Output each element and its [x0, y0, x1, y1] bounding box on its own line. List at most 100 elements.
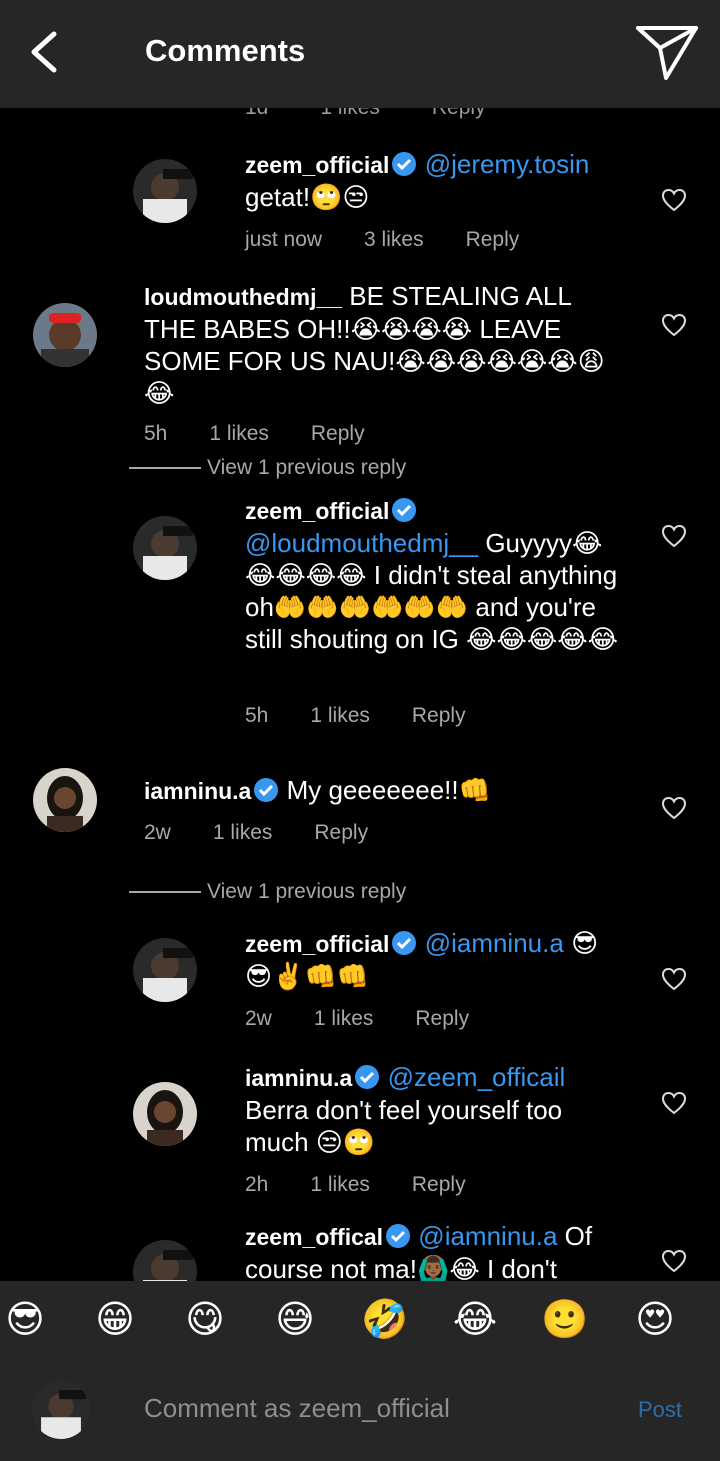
- comment-time: 2w: [245, 1007, 272, 1030]
- heart-icon[interactable]: [661, 967, 687, 991]
- comment-body: zeem_offical @iamninu.a Of course not ma…: [245, 1220, 630, 1281]
- emoji-button[interactable]: 😋: [180, 1295, 230, 1345]
- comment-reply: zeem_official @loudmouthedmj__ Guyyyy😂😂😂…: [0, 494, 720, 734]
- username[interactable]: iamninu.a: [144, 778, 251, 804]
- comment-meta: 5h 1 likes Reply: [144, 422, 407, 446]
- faded-likes[interactable]: 1 likes: [320, 108, 380, 120]
- comment-meta: 2h 1 likes Reply: [245, 1173, 508, 1197]
- likes-count[interactable]: 1 likes: [213, 821, 273, 845]
- comment-reply: zeem_official @jeremy.tosin getat!🙄😒 jus…: [0, 148, 720, 258]
- top-bar: Comments: [0, 0, 720, 108]
- emoji-button[interactable]: 🙂: [540, 1295, 590, 1345]
- avatar[interactable]: [33, 768, 97, 832]
- comment-time: 2w: [144, 821, 171, 844]
- view-previous-replies[interactable]: View 1 previous reply: [129, 880, 406, 904]
- comment-text: Berra don't feel yourself too much 😒🙄: [245, 1095, 563, 1157]
- reply-button[interactable]: Reply: [466, 228, 520, 252]
- divider-line: [129, 891, 201, 893]
- view-previous-label[interactable]: View 1 previous reply: [207, 456, 406, 480]
- comment-time: just now: [245, 228, 323, 251]
- reply-button[interactable]: Reply: [412, 1173, 466, 1197]
- view-previous-label[interactable]: View 1 previous reply: [207, 880, 406, 904]
- comment-body: loudmouthedmj__ BE STEALING ALL THE BABE…: [144, 280, 614, 409]
- comment-meta: 5h 1 likes Reply: [245, 704, 508, 728]
- emoji-button[interactable]: 😁: [90, 1295, 140, 1345]
- comment-body: zeem_official @iamninu.a 😎 😎✌️👊👊: [245, 927, 630, 992]
- page-title: Comments: [145, 33, 306, 68]
- comment-meta: 2w 1 likes Reply: [144, 821, 410, 845]
- mention-link[interactable]: @jeremy.tosin: [425, 149, 590, 179]
- mention-link[interactable]: @loudmouthedmj__: [245, 528, 478, 558]
- reply-button[interactable]: Reply: [412, 704, 466, 728]
- avatar[interactable]: [133, 159, 197, 223]
- heart-icon[interactable]: [661, 313, 687, 337]
- verified-badge-icon: [254, 778, 279, 802]
- emoji-quick-bar: 😎 😁 😋 😅 🤣 😂 🙂 😍: [0, 1281, 720, 1361]
- emoji-button[interactable]: 🤣: [360, 1295, 410, 1345]
- mention-link[interactable]: @iamninu.a: [425, 928, 564, 958]
- heart-icon[interactable]: [661, 524, 687, 548]
- reply-button[interactable]: Reply: [314, 821, 368, 845]
- likes-count[interactable]: 1 likes: [209, 422, 269, 446]
- emoji-button[interactable]: 😂: [450, 1295, 500, 1345]
- faded-reply[interactable]: Reply: [432, 108, 486, 120]
- comment-reply: iamninu.a @zeem_officail Berra don't fee…: [0, 1061, 720, 1201]
- back-arrow-icon: [31, 31, 57, 73]
- back-button[interactable]: [26, 30, 66, 74]
- comment-body: zeem_official @jeremy.tosin getat!🙄😒: [245, 148, 645, 213]
- send-button[interactable]: [634, 24, 700, 82]
- comment-text: getat!🙄😒: [245, 182, 370, 212]
- comment-time: 2h: [245, 1173, 269, 1196]
- heart-icon[interactable]: [661, 188, 687, 212]
- avatar[interactable]: [133, 1240, 197, 1281]
- likes-count[interactable]: 1 likes: [314, 1007, 374, 1031]
- comment-top-level: loudmouthedmj__ BE STEALING ALL THE BABE…: [0, 280, 720, 460]
- comment-top-level: iamninu.a My geeeeeee!!👊 2w 1 likes Repl…: [0, 768, 720, 864]
- username[interactable]: zeem_official: [245, 152, 389, 178]
- my-avatar: [32, 1381, 90, 1439]
- username[interactable]: zeem_official: [245, 931, 389, 957]
- paper-plane-icon: [636, 26, 698, 80]
- likes-count[interactable]: 1 likes: [310, 1173, 370, 1197]
- emoji-button[interactable]: 😅: [270, 1295, 320, 1345]
- username[interactable]: zeem_official: [245, 498, 389, 524]
- comments-feed[interactable]: 1d 1 likes Reply zeem_official @jeremy.t…: [0, 108, 720, 1281]
- comment-composer: Comment as zeem_official Post: [0, 1361, 720, 1461]
- heart-icon[interactable]: [661, 796, 687, 820]
- verified-badge-icon: [392, 931, 417, 955]
- heart-icon[interactable]: [661, 1249, 687, 1273]
- post-button[interactable]: Post: [638, 1397, 682, 1423]
- comment-input[interactable]: Comment as zeem_official: [144, 1393, 450, 1424]
- verified-badge-icon: [392, 498, 417, 522]
- comment-reply: zeem_offical @iamninu.a Of course not ma…: [0, 1220, 720, 1281]
- emoji-button[interactable]: 😍: [630, 1295, 680, 1345]
- avatar[interactable]: [133, 1082, 197, 1146]
- username[interactable]: iamninu.a: [245, 1065, 352, 1091]
- comment-body: iamninu.a My geeeeeee!!👊: [144, 774, 614, 807]
- comment-time: 5h: [245, 704, 269, 727]
- reply-button[interactable]: Reply: [415, 1007, 469, 1031]
- avatar[interactable]: [33, 303, 97, 367]
- faded-comment-meta: 1d 1 likes Reply: [245, 108, 486, 120]
- verified-badge-icon: [392, 152, 417, 176]
- comment-time: 5h: [144, 422, 168, 445]
- view-previous-replies[interactable]: View 1 previous reply: [129, 456, 406, 480]
- divider-line: [129, 467, 201, 469]
- emoji-button[interactable]: 😎: [0, 1295, 50, 1345]
- comment-body: zeem_official @loudmouthedmj__ Guyyyy😂😂😂…: [245, 494, 630, 655]
- comment-meta: 2w 1 likes Reply: [245, 1007, 511, 1031]
- likes-count[interactable]: 1 likes: [310, 704, 370, 728]
- avatar[interactable]: [133, 938, 197, 1002]
- heart-icon[interactable]: [661, 1091, 687, 1115]
- reply-button[interactable]: Reply: [311, 422, 365, 446]
- comment-meta: just now 3 likes Reply: [245, 228, 561, 252]
- likes-count[interactable]: 3 likes: [364, 228, 424, 252]
- comment-body: iamninu.a @zeem_officail Berra don't fee…: [245, 1061, 630, 1158]
- mention-link[interactable]: @zeem_officail: [388, 1062, 566, 1092]
- avatar[interactable]: [133, 516, 197, 580]
- faded-time: 1d: [245, 108, 268, 120]
- username[interactable]: loudmouthedmj__: [144, 284, 342, 310]
- mention-link[interactable]: @iamninu.a: [418, 1221, 557, 1251]
- comment-text: My geeeeeee!!👊: [286, 775, 491, 805]
- username[interactable]: zeem_offical: [245, 1224, 383, 1250]
